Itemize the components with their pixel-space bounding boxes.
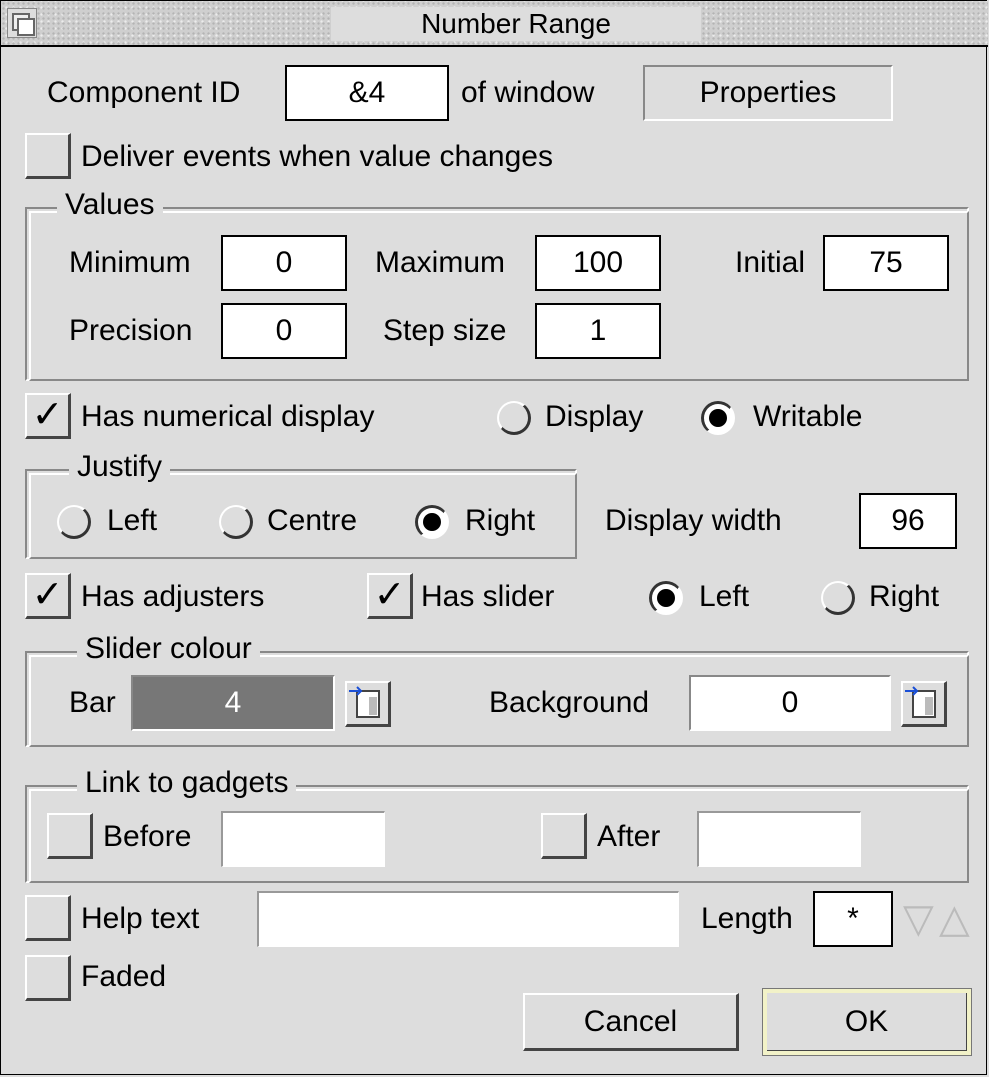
window-title: Number Range — [331, 7, 701, 41]
before-label: Before — [103, 820, 192, 853]
length-field[interactable]: * — [813, 891, 893, 947]
after-field[interactable] — [697, 811, 861, 867]
initial-label: Initial — [735, 246, 806, 279]
colour-menu-icon — [349, 686, 380, 718]
display-width-field[interactable]: 96 — [859, 493, 957, 549]
deliver-events-label: Deliver events when value changes — [81, 140, 553, 173]
minimum-field[interactable]: 0 — [221, 235, 347, 291]
justify-left-radio[interactable] — [57, 505, 91, 539]
checkmark-icon: ✓ — [31, 574, 64, 616]
link-gadgets-group-title: Link to gadgets — [77, 765, 297, 801]
component-id-field[interactable]: &4 — [285, 65, 449, 121]
title-bar[interactable]: Number Range — [1, 1, 988, 47]
initial-field[interactable]: 75 — [823, 235, 949, 291]
slider-left-label: Left — [699, 580, 750, 613]
of-window-label: of window — [461, 76, 595, 109]
background-colour-display: 0 — [689, 675, 891, 731]
display-width-label: Display width — [605, 504, 782, 537]
number-range-dialog: Number Range Component ID &4 of window P… — [0, 0, 988, 1075]
length-label: Length — [701, 902, 793, 935]
adjusters-label: Has adjusters — [81, 580, 265, 613]
slider-colour-group-title: Slider colour — [77, 631, 260, 667]
minimum-label: Minimum — [69, 246, 191, 279]
slider-right-label: Right — [869, 580, 940, 613]
before-checkbox[interactable] — [47, 813, 93, 859]
precision-label: Precision — [69, 314, 193, 347]
step-size-field[interactable]: 1 — [535, 303, 661, 359]
bar-colour-display: 4 — [131, 675, 335, 731]
justify-right-radio[interactable] — [415, 505, 449, 539]
before-field[interactable] — [221, 811, 385, 867]
colour-menu-icon — [905, 686, 936, 718]
slider-label: Has slider — [421, 580, 555, 613]
precision-field[interactable]: 0 — [221, 303, 347, 359]
help-text-field[interactable] — [257, 891, 679, 947]
slider-right-radio[interactable] — [821, 581, 855, 615]
bar-colour-menu-button[interactable] — [345, 681, 391, 727]
checkmark-icon: ✓ — [373, 574, 406, 616]
faded-checkbox[interactable] — [25, 955, 71, 1001]
slider-left-radio[interactable] — [649, 581, 683, 615]
after-label: After — [597, 820, 661, 853]
background-colour-menu-button[interactable] — [901, 681, 947, 727]
values-group-title: Values — [57, 187, 163, 223]
step-size-label: Step size — [383, 314, 507, 347]
writable-radio[interactable] — [701, 401, 735, 435]
display-radio[interactable] — [497, 401, 531, 435]
justify-centre-radio[interactable] — [219, 505, 253, 539]
adjusters-checkbox[interactable]: ✓ — [25, 573, 71, 619]
decrement-arrow-icon[interactable]: ▽ — [903, 899, 934, 939]
justify-left-label: Left — [107, 504, 158, 537]
component-id-label: Component ID — [47, 76, 241, 109]
maximum-field[interactable]: 100 — [535, 235, 661, 291]
justify-right-label: Right — [465, 504, 536, 537]
ok-button[interactable]: OK — [763, 989, 971, 1055]
back-icon[interactable] — [7, 8, 37, 38]
cancel-button[interactable]: Cancel — [523, 993, 739, 1051]
maximum-label: Maximum — [375, 246, 506, 279]
faded-label: Faded — [81, 960, 167, 993]
display-radio-label: Display — [545, 400, 644, 433]
slider-checkbox[interactable]: ✓ — [367, 573, 413, 619]
deliver-events-checkbox[interactable] — [25, 133, 71, 179]
window-name-display: Properties — [643, 65, 893, 121]
background-colour-label: Background — [489, 686, 650, 719]
writable-radio-label: Writable — [753, 400, 863, 433]
help-text-label: Help text — [81, 902, 200, 935]
numerical-display-label: Has numerical display — [81, 400, 375, 433]
increment-arrow-icon[interactable]: △ — [939, 899, 970, 939]
justify-group-title: Justify — [69, 449, 171, 485]
justify-centre-label: Centre — [267, 504, 358, 537]
checkmark-icon: ✓ — [31, 394, 64, 436]
numerical-display-checkbox[interactable]: ✓ — [25, 393, 71, 439]
after-checkbox[interactable] — [541, 813, 587, 859]
help-text-checkbox[interactable] — [25, 895, 71, 941]
values-group: Values — [25, 187, 969, 381]
bar-colour-label: Bar — [69, 686, 116, 719]
